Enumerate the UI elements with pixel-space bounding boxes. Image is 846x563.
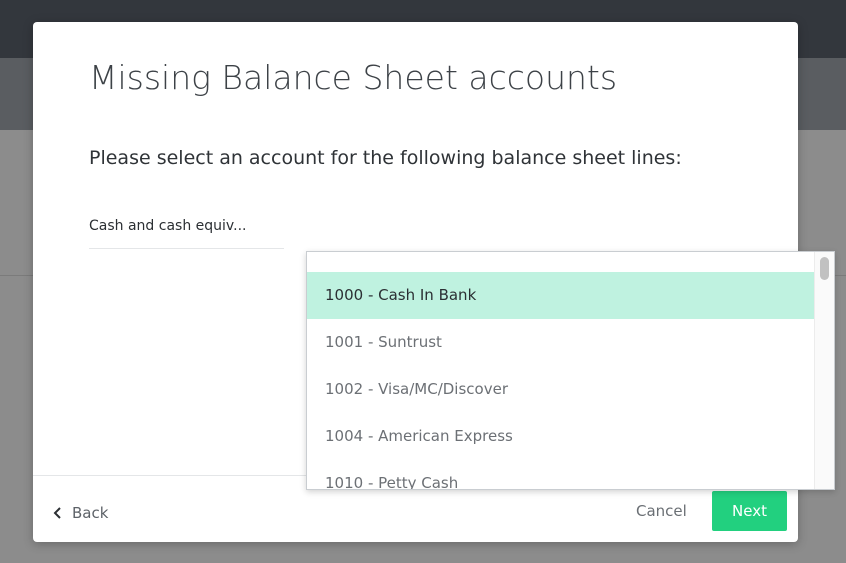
dialog-title: Missing Balance Sheet accounts [89,58,618,97]
cancel-button[interactable]: Cancel [636,502,687,520]
chevron-left-icon [53,507,62,519]
account-option[interactable]: 1004 - American Express [307,413,814,460]
account-option[interactable]: 1002 - Visa/MC/Discover [307,366,814,413]
account-options-list: 1000 - Cash In Bank 1001 - Suntrust 1002… [307,272,814,489]
account-option[interactable]: 1000 - Cash In Bank [307,272,814,319]
back-button-label: Back [72,504,109,522]
account-option[interactable]: 1001 - Suntrust [307,319,814,366]
dropdown-scrollbar[interactable] [814,252,834,489]
account-dropdown[interactable]: 1000 - Cash In Bank 1001 - Suntrust 1002… [306,251,835,490]
next-button[interactable]: Next [712,491,787,531]
balance-sheet-line-label: Cash and cash equiv... [89,218,284,249]
dialog-subtitle: Please select an account for the followi… [89,147,682,169]
account-option[interactable]: 1010 - Petty Cash [307,460,814,489]
scrollbar-thumb[interactable] [820,257,829,280]
back-button[interactable]: Back [53,504,108,522]
